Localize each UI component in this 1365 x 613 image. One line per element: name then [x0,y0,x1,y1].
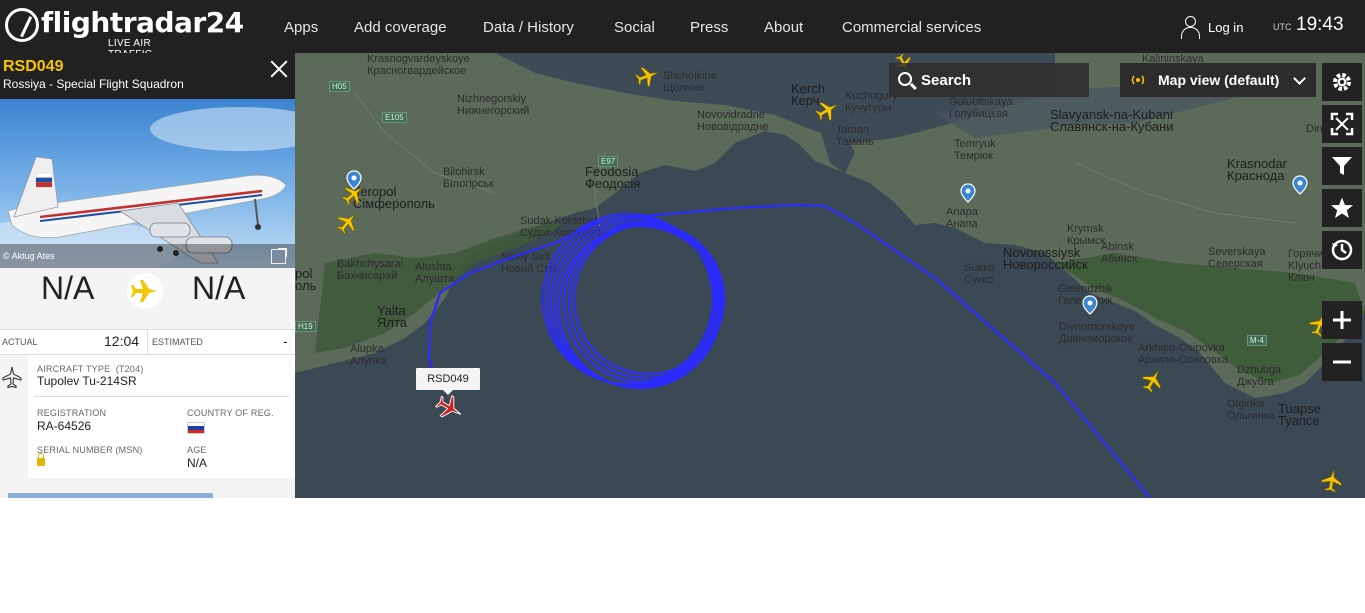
map-pin-icon[interactable] [1082,295,1098,315]
route-plane-icon [127,273,163,309]
map-view-label: Map view (default) [1158,72,1280,88]
nav-press[interactable]: Press [690,0,728,53]
aircraft-photo[interactable] [0,99,295,268]
search-box[interactable]: Search [889,63,1089,97]
lock-icon [37,453,45,466]
filter-icon [1332,157,1352,175]
next-section-preview [8,493,213,498]
aircraft-type-label-text: AIRCRAFT TYPE [37,364,111,374]
search-input[interactable]: Search [921,72,971,89]
aircraft-icon[interactable] [635,63,661,89]
login-label: Log in [1208,19,1244,35]
playback-button[interactable] [1322,231,1362,269]
panel-header: RSD049 Rossiya - Special Flight Squadron [0,53,295,99]
info-separator [34,396,289,397]
nav-add-coverage[interactable]: Add coverage [354,0,447,53]
fullscreen-icon [1330,112,1354,136]
nav-about[interactable]: About [764,0,803,53]
utc-clock: 19:43 [1296,14,1344,35]
gear-icon [1333,73,1351,91]
close-icon[interactable] [269,59,289,79]
flightradar-app: flightradar24 LIVE AIR TRAFFIC Apps Add … [0,0,1365,498]
map-pin-icon[interactable] [960,183,976,203]
track-loop-8 [572,222,726,376]
nav-data-history[interactable]: Data / History [483,0,574,53]
aircraft-icon[interactable] [1319,467,1345,493]
logo-text: flightradar24 [41,6,244,39]
live-map[interactable]: Krasnogvardeyskoye Красногвардейское Nizh… [295,53,1365,498]
nav-apps[interactable]: Apps [284,0,318,53]
serial-number-label: SERIAL NUMBER (MSN) [37,445,143,455]
open-photo-icon[interactable] [271,248,287,264]
broadcast-icon [1131,75,1145,85]
flightradar24-logo[interactable]: flightradar24 LIVE AIR TRAFFIC [5,6,244,60]
flight-info-panel: RSD049 Rossiya - Special Flight Squadron [0,53,295,498]
utc-label: UTC [1273,22,1292,32]
registration-label: REGISTRATION [37,408,107,418]
favorites-button[interactable] [1322,189,1362,227]
airline-name: Rossiya - Special Flight Squadron [3,77,184,91]
plus-icon [1333,311,1351,329]
actual-time: 12:04 [104,333,140,349]
aircraft-icon[interactable] [815,97,841,123]
estimated-time: - [283,333,288,349]
actual-label: ACTUAL [2,337,38,347]
selected-aircraft-icon[interactable] [435,393,465,423]
flight-callsign: RSD049 [3,58,64,75]
filter-button[interactable] [1322,147,1362,185]
estimated-label: ESTIMATED [152,337,203,347]
origin-airport: N/A [41,270,95,306]
aircraft-photo-image [0,107,295,268]
age-label: AGE [187,445,207,455]
aircraft-type-label: AIRCRAFT TYPE (T204) [37,364,143,374]
aircraft-type-icon [2,365,22,389]
zoom-in-button[interactable] [1322,301,1362,339]
fullscreen-button[interactable] [1322,105,1362,143]
aircraft-icon[interactable] [335,209,361,235]
star-icon [1331,197,1353,218]
top-navigation-bar: flightradar24 LIVE AIR TRAFFIC Apps Add … [0,0,1365,60]
destination-airport: N/A [192,270,246,306]
aircraft-icon[interactable] [1140,367,1166,393]
selected-flight-label[interactable]: RSD049 [416,368,480,395]
photo-credit: © Aktug Ates [3,251,55,261]
russia-flag-icon [187,422,205,434]
age-value: N/A [187,456,208,470]
chevron-down-icon [1293,72,1306,85]
aircraft-type-value: Tupolev Tu-214SR [37,374,137,388]
settings-button[interactable] [1322,63,1362,101]
login-button[interactable]: Log in [1180,14,1243,40]
map-view-dropdown[interactable]: Map view (default) [1120,63,1316,97]
nav-commercial-services[interactable]: Commercial services [842,0,981,53]
user-icon [1180,15,1200,39]
country-label: COUNTRY OF REG. [187,408,274,418]
minus-icon [1333,360,1351,364]
logo-radar-icon [5,8,39,42]
track-path-main [427,203,1151,498]
times-divider [147,329,148,355]
nav-social[interactable]: Social [614,0,655,53]
search-icon [898,72,912,86]
history-clock-icon [1331,239,1353,261]
map-pin-icon[interactable] [1292,175,1308,195]
aircraft-icon[interactable] [341,181,367,207]
registration-value: RA-64526 [37,419,92,433]
aircraft-type-code: (T204) [115,364,144,374]
zoom-out-button[interactable] [1322,343,1362,381]
